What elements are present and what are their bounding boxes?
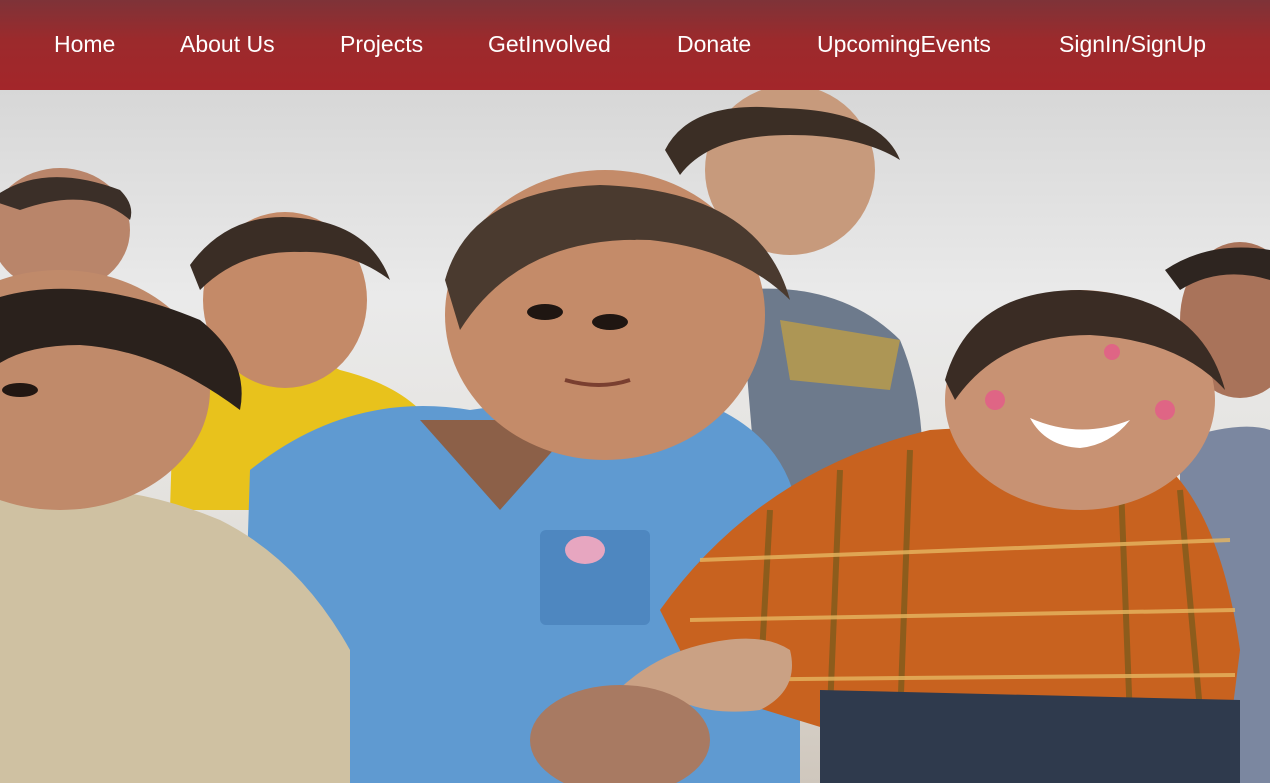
nav-about-us[interactable]: About Us xyxy=(180,0,275,88)
nav-projects[interactable]: Projects xyxy=(340,0,423,88)
hero-image xyxy=(0,90,1270,783)
children-group-illustration xyxy=(0,90,1270,783)
nav-home[interactable]: Home xyxy=(54,0,115,88)
nav-upcoming-events[interactable]: UpcomingEvents xyxy=(817,0,991,88)
main-navbar: Home About Us Projects GetInvolved Donat… xyxy=(0,0,1270,90)
nav-get-involved[interactable]: GetInvolved xyxy=(488,0,611,88)
nav-signin-signup[interactable]: SignIn/SignUp xyxy=(1059,0,1206,88)
nav-donate[interactable]: Donate xyxy=(677,0,751,88)
